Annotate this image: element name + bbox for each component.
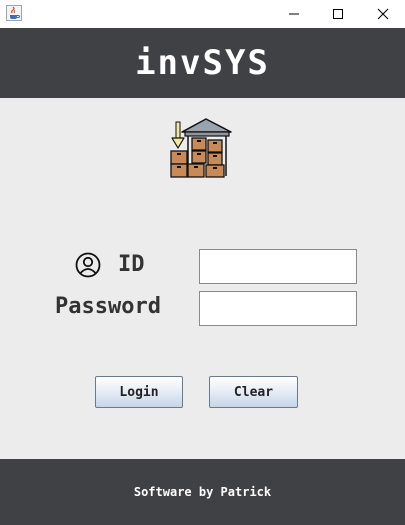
user-circle-icon xyxy=(75,252,101,278)
java-cup-icon xyxy=(6,5,22,21)
password-label: Password xyxy=(55,294,161,319)
id-label: ID xyxy=(118,252,145,277)
minimize-button[interactable] xyxy=(271,0,317,28)
app-footer: Software by Patrick xyxy=(0,459,405,525)
close-icon xyxy=(377,5,389,24)
app-title: invSYS xyxy=(135,43,270,83)
maximize-icon xyxy=(332,5,344,24)
password-field[interactable] xyxy=(199,291,357,326)
close-button[interactable] xyxy=(360,0,405,28)
maximize-button[interactable] xyxy=(315,0,361,28)
clear-button[interactable]: Clear xyxy=(209,376,298,408)
minimize-icon xyxy=(288,5,300,24)
footer-credit: Software by Patrick xyxy=(133,485,272,499)
login-button[interactable]: Login xyxy=(95,376,183,408)
warehouse-boxes-icon xyxy=(168,116,234,182)
app-header: invSYS xyxy=(0,28,405,98)
id-field[interactable] xyxy=(199,249,357,284)
window-titlebar xyxy=(0,0,405,28)
